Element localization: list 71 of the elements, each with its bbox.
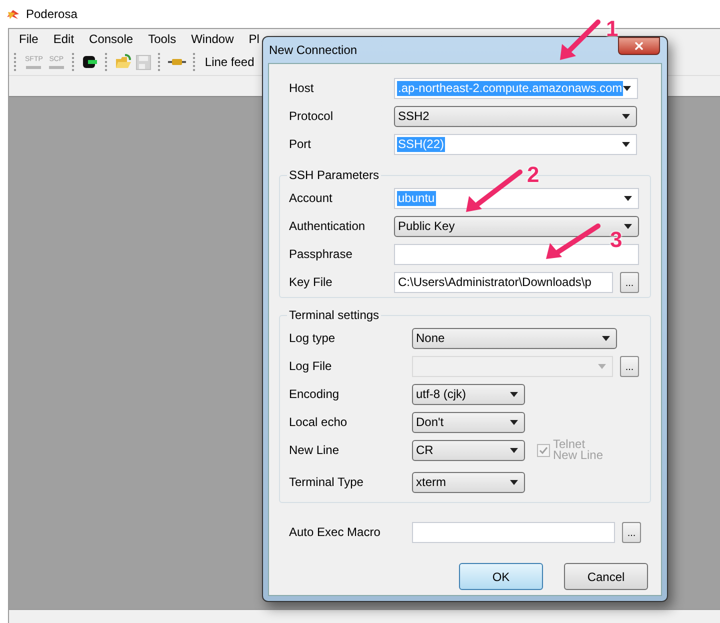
annotation-arrow [546,224,600,259]
input-field[interactable] [412,522,615,542]
group-heading: Terminal settings [288,307,380,324]
field-value: xterm [415,474,447,490]
dropdown-arrow-icon [510,480,518,484]
dropdown[interactable]: SSH2 [394,106,637,126]
menu-item[interactable]: Window [191,30,234,48]
field-label: Port [289,136,312,153]
dialog-button[interactable]: Cancel [564,563,648,590]
field-value: SSH(22) [397,136,446,152]
annotation-number: 2 [527,164,540,186]
field-label: Passphrase [289,246,354,263]
close-button[interactable] [618,37,660,55]
dropdown-arrow-icon [598,364,606,368]
dropdown-arrow-icon [624,224,632,228]
dialog-button[interactable]: OK [459,563,543,590]
menu-item[interactable]: Edit [53,30,74,48]
folder-icon[interactable] [114,54,132,70]
field-value: Public Key [397,218,456,234]
field-label: Log type [289,330,336,347]
field-value: ubuntu [397,190,436,206]
annotation-arrow [560,20,600,60]
dropdown-arrow-icon [622,114,630,118]
group-heading: SSH Parameters [288,167,380,184]
cable-icon[interactable] [168,58,186,66]
menu-item[interactable]: File [19,30,38,48]
plug-icon[interactable] [82,54,98,70]
input-field[interactable]: C:\Users\Administrator\Downloads\p [394,272,613,292]
field-label: Protocol [289,108,334,125]
line-feed-label: Line feed [204,54,254,71]
field-label: Auto Exec Macro [289,524,382,541]
dropdown-arrow-icon [622,142,630,146]
field-label: Key File [289,274,334,291]
app-logo-icon [6,8,20,20]
menu-item[interactable]: Tools [148,30,176,48]
field-value: SSH2 [397,108,430,124]
field-label: Authentication [289,218,366,235]
dropdown[interactable]: Don't [412,412,525,432]
dropdown[interactable]: CR [412,440,525,460]
window-title: Poderosa [26,6,78,23]
field-label: Local echo [289,414,348,431]
field-label: Host [289,80,315,97]
field-label: Account [289,190,334,207]
menu-item[interactable]: Pl [248,30,260,48]
dialog-title: New Connection [268,42,358,59]
dropdown-arrow-icon [510,448,518,452]
field-label: Terminal Type [289,474,364,491]
field-value: utf-8 (cjk) [415,386,468,402]
field-label: Encoding [289,386,340,403]
dropdown[interactable]: xterm [412,472,525,492]
dropdown[interactable]: None [412,328,617,348]
dropdown-arrow-icon [510,420,518,424]
annotation-number: 1 [606,18,618,40]
checkbox-label: Telnet New Line [553,439,604,461]
field-value: None [415,330,446,346]
browse-button[interactable]: ... [622,522,641,542]
dropdown-arrow-icon [602,336,610,340]
dropdown-arrow-icon [510,392,518,396]
annotation-arrow [466,170,522,212]
dropdown-arrow-icon [624,196,632,200]
field-value: C:\Users\Administrator\Downloads\p [397,274,592,290]
browse-button[interactable]: ... [620,272,639,292]
menu-item[interactable]: Console [89,30,134,48]
field-label: New Line [289,442,340,459]
field-value: Don't [415,414,445,430]
field-value: .ap-northeast-2.compute.amazonaws.com [397,80,624,96]
close-icon [633,40,645,52]
dropdown-arrow-icon [623,86,632,90]
dropdown[interactable]: utf-8 (cjk) [412,384,525,404]
field-label: Log File [289,358,333,375]
field-value: CR [415,442,434,458]
